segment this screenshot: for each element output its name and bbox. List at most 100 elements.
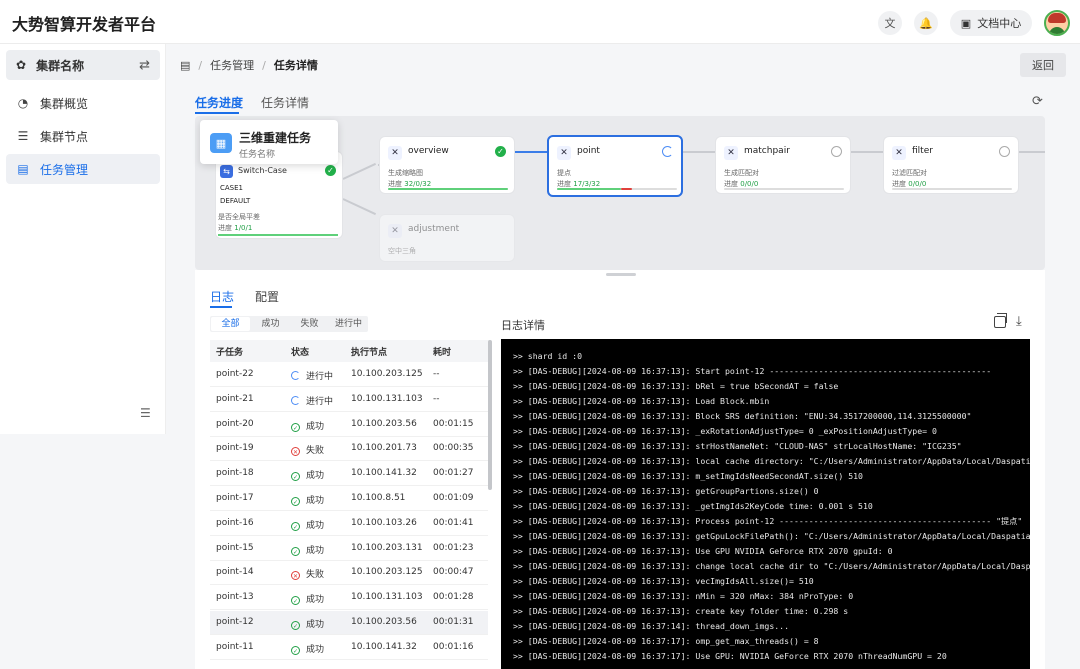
breadcrumb: ▤ / 任务管理 / 任务详情 xyxy=(180,52,318,78)
duration: 00:01:16 xyxy=(433,641,474,652)
flow-node-switch-case[interactable]: ⇆ Switch-Case ✓ CASE1 DEFAULT 是否全局平差 进度 … xyxy=(215,151,343,239)
success-check-icon: ✓ xyxy=(291,546,300,556)
flow-edge-active xyxy=(515,151,547,153)
node-ip: 10.100.141.32 xyxy=(351,468,417,479)
refresh-icon[interactable]: ⟳ xyxy=(1032,94,1043,109)
back-button[interactable]: 返回 xyxy=(1020,53,1066,77)
node-desc: 提点 xyxy=(557,169,571,177)
case-label: CASE1 xyxy=(220,184,243,192)
log-line: >> [DAS-DEBUG][2024-08-09 16:37:13]: cha… xyxy=(513,561,1030,571)
swap-icon[interactable]: ⇄ xyxy=(139,58,150,73)
avatar-hair xyxy=(1048,13,1066,23)
translate-icon[interactable]: 文 xyxy=(878,11,902,35)
sidebar-item-nodes[interactable]: ☰ 集群节点 xyxy=(6,121,160,151)
log-line: >> [DAS-DEBUG][2024-08-09 16:37:13]: Blo… xyxy=(513,411,972,421)
book-icon: ▣ xyxy=(960,16,972,30)
table-row[interactable]: point-16 ✓ 成功 10.100.103.26 00:01:41 xyxy=(210,512,488,536)
node-ip: 10.100.131.103 xyxy=(351,592,423,603)
node-title: Switch-Case xyxy=(238,166,287,175)
node-desc: 生成匹配对 xyxy=(724,169,759,177)
collapse-sidebar-icon[interactable]: ☰ xyxy=(140,406,151,420)
progress-bar xyxy=(557,188,677,190)
table-row[interactable]: point-22 进行中 10.100.203.125 -- xyxy=(210,363,488,387)
status-cell: ✓ 成功 xyxy=(291,620,325,630)
sidebar-item-label: 任务管理 xyxy=(40,162,89,177)
log-line: >> [DAS-DEBUG][2024-08-09 16:37:13]: Loa… xyxy=(513,396,770,406)
overview-icon: ◔ xyxy=(17,96,29,110)
table-row[interactable]: point-12 ✓ 成功 10.100.203.56 00:01:31 xyxy=(210,611,488,635)
copy-icon[interactable] xyxy=(994,313,1007,328)
task-title: 三维重建任务 xyxy=(239,131,312,145)
node-ip: 10.100.203.125 xyxy=(351,369,423,379)
breadcrumb-parent[interactable]: 任务管理 xyxy=(210,57,254,73)
node-ip: 10.100.103.26 xyxy=(351,517,417,528)
status-cell: ✓ 成功 xyxy=(291,520,325,531)
status-cell: ✓ 成功 xyxy=(291,421,325,432)
table-scrollbar[interactable] xyxy=(488,340,492,490)
bell-icon[interactable]: 🔔 xyxy=(914,11,938,35)
log-console[interactable]: >> shard id :0 >> [DAS-DEBUG][2024-08-09 … xyxy=(501,339,1030,669)
tab-config[interactable]: 配置 xyxy=(255,288,279,305)
success-check-icon: ✓ xyxy=(291,422,300,432)
node-ip: 10.100.203.56 xyxy=(351,617,417,627)
tab-logs[interactable]: 日志 xyxy=(210,288,234,305)
status-cell: ✕ 失败 xyxy=(291,446,325,457)
subtask-name: point-18 xyxy=(216,468,254,479)
table-row[interactable]: point-14 ✕ 失败 10.100.203.125 00:00:47 xyxy=(210,561,488,586)
table-row[interactable]: point-20 ✓ 成功 10.100.203.56 00:01:15 xyxy=(210,413,488,437)
subtask-name: point-15 xyxy=(216,542,254,553)
flow-node-matchpair[interactable]: ✕ matchpair 生成匹配对 进度 0/0/0 xyxy=(715,136,851,194)
subtask-name: point-14 xyxy=(216,567,254,578)
flow-node-adjustment[interactable]: ✕ adjustment 空中三角 xyxy=(379,214,515,262)
status-cell: ✓ 成功 xyxy=(291,644,325,655)
log-line: >> [DAS-DEBUG][2024-08-09 16:37:13]: _ge… xyxy=(513,501,873,511)
duration: 00:01:27 xyxy=(433,468,474,479)
filter-running[interactable]: 进行中 xyxy=(329,316,368,332)
table-row[interactable]: point-11 ✓ 成功 10.100.141.32 00:01:16 xyxy=(210,636,488,660)
filter-fail[interactable]: 失败 xyxy=(290,316,329,332)
tab-underline xyxy=(195,112,239,114)
success-check-icon: ✓ xyxy=(325,165,336,176)
success-check-icon: ✓ xyxy=(291,497,300,506)
doc-center-button[interactable]: ▣ 文档中心 xyxy=(950,10,1032,36)
log-line: >> [DAS-DEBUG][2024-08-09 16:37:13]: Sta… xyxy=(513,366,992,376)
subtask-name: point-11 xyxy=(216,641,254,652)
avatar[interactable] xyxy=(1044,10,1070,36)
node-title: filter xyxy=(912,146,933,156)
log-line: >> [DAS-DEBUG][2024-08-09 16:37:13]: Pro… xyxy=(513,516,1023,526)
log-line: >> [DAS-DEBUG][2024-08-09 16:37:13]: get… xyxy=(513,531,1030,541)
duration: -- xyxy=(433,369,440,379)
table-row[interactable]: point-21 进行中 10.100.131.103 -- xyxy=(210,388,488,412)
table-row[interactable]: point-17 ✓ 成功 10.100.8.51 00:01:09 xyxy=(210,487,488,511)
filter-success[interactable]: 成功 xyxy=(251,316,290,332)
node-desc: 是否全局平差 xyxy=(218,213,260,221)
flow-node-point[interactable]: ✕ point 提点 进度 17/3/32 xyxy=(547,135,683,197)
cluster-switcher[interactable]: ✿ 集群名称 ⇄ xyxy=(6,50,160,80)
tab-details[interactable]: 任务详情 xyxy=(261,94,309,111)
table-row[interactable]: point-19 ✕ 失败 10.100.201.73 00:00:35 xyxy=(210,437,488,462)
table-row[interactable]: point-15 ✓ 成功 10.100.203.131 00:01:23 xyxy=(210,537,488,561)
breadcrumb-current: 任务详情 xyxy=(273,59,318,72)
status-cell: ✕ 失败 xyxy=(291,570,325,581)
loading-icon xyxy=(291,371,300,380)
flow-node-overview[interactable]: ✕ overview ✓ 生成缩略图 进度 32/0/32 xyxy=(379,136,515,194)
table-row[interactable]: point-13 ✓ 成功 10.100.131.103 00:01:28 xyxy=(210,586,488,611)
duration: 00:01:15 xyxy=(433,418,474,429)
success-check-icon: ✓ xyxy=(291,472,300,482)
subtask-name: point-17 xyxy=(216,493,254,503)
flow-edge xyxy=(1019,151,1045,153)
sidebar-item-overview[interactable]: ◔ 集群概览 xyxy=(6,88,160,118)
status-cell: 进行中 xyxy=(291,369,333,382)
flow-node-filter[interactable]: ✕ filter 过滤匹配对 进度 0/0/0 xyxy=(883,136,1019,194)
progress-bar xyxy=(218,234,338,236)
log-line: >> [DAS-DEBUG][2024-08-09 16:37:14]: thr… xyxy=(513,621,790,631)
download-icon[interactable]: ⤓ xyxy=(1016,314,1022,329)
resize-handle[interactable] xyxy=(606,273,636,276)
table-row[interactable]: point-18 ✓ 成功 10.100.141.32 00:01:27 xyxy=(210,462,488,487)
tab-progress[interactable]: 任务进度 xyxy=(195,94,243,111)
log-line: >> [DAS-DEBUG][2024-08-09 16:37:17]: Use… xyxy=(513,651,947,661)
sidebar-item-tasks[interactable]: ▤ 任务管理 xyxy=(6,154,160,184)
filter-all[interactable]: 全部 xyxy=(211,317,250,331)
breadcrumb-icon: ▤ xyxy=(180,58,191,72)
subtask-name: point-12 xyxy=(216,617,254,627)
